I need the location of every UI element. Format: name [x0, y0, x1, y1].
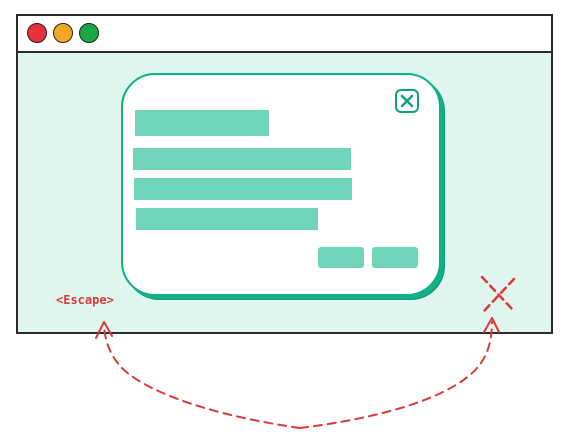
dialog-title-placeholder	[135, 110, 269, 136]
browser-window: <Escape>	[16, 14, 553, 334]
modal-dialog	[121, 73, 441, 296]
dialog-secondary-button[interactable]	[318, 247, 364, 268]
close-window-dot-icon[interactable]	[27, 23, 47, 43]
maximize-window-dot-icon[interactable]	[79, 23, 99, 43]
dialog-text-line	[134, 178, 352, 200]
minimize-window-dot-icon[interactable]	[53, 23, 73, 43]
dashed-x-icon	[480, 275, 516, 313]
close-x-icon	[400, 94, 414, 108]
arrow-to-outside-click	[299, 321, 493, 429]
modal-backdrop[interactable]: <Escape>	[18, 53, 551, 332]
escape-key-label: <Escape>	[56, 293, 114, 307]
arrow-to-escape	[103, 325, 301, 429]
dialog-text-line	[133, 148, 351, 170]
dialog-text-line	[136, 208, 318, 230]
close-button[interactable]	[395, 89, 419, 113]
dialog-primary-button[interactable]	[372, 247, 418, 268]
window-titlebar	[18, 16, 551, 53]
